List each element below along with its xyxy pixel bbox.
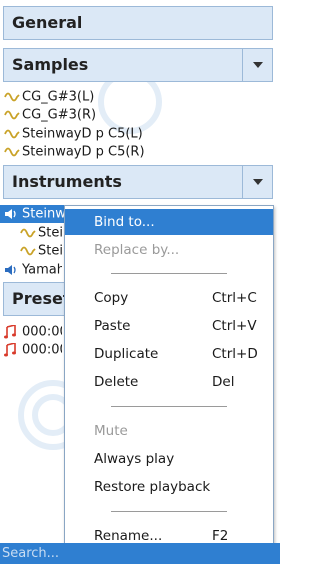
preset-item[interactable]: 000:001 <box>4 341 62 359</box>
menu-item-label: Copy <box>94 290 129 306</box>
sample-item[interactable]: SteinwayD p C5(L) <box>4 125 143 143</box>
menu-item-always-play[interactable]: Always play <box>65 446 273 472</box>
menu-item-label: Replace by... <box>94 242 180 258</box>
instrument-sample-label: SteinwayD p C5(R) <box>38 243 62 259</box>
menu-item-shortcut: Ctrl+D <box>212 346 258 362</box>
menu-item-shortcut: Ctrl+V <box>212 318 257 334</box>
menu-item-delete[interactable]: Delete Del <box>65 369 273 395</box>
menu-item-restore-playback[interactable]: Restore playback <box>65 474 273 500</box>
instrument-item[interactable]: Yamaha <box>4 261 62 279</box>
instrument-sample-item[interactable]: SteinwayD p C5(L) <box>20 224 62 242</box>
chevron-down-icon <box>253 62 263 68</box>
waveform-icon <box>20 224 38 242</box>
section-instruments[interactable]: Instruments <box>3 165 273 199</box>
menu-item-duplicate[interactable]: Duplicate Ctrl+D <box>65 341 273 367</box>
menu-item-copy[interactable]: Copy Ctrl+C <box>65 285 273 311</box>
sample-item[interactable]: CG_G#3(L) <box>4 88 94 106</box>
speaker-icon <box>4 205 22 223</box>
music-note-icon <box>4 341 22 359</box>
context-menu: Bind to... Replace by... Copy Ctrl+C Pas… <box>64 205 274 550</box>
instruments-dropdown-button[interactable] <box>242 166 272 198</box>
section-instruments-title: Instruments <box>12 172 122 191</box>
section-presets[interactable]: Presets <box>3 282 65 316</box>
menu-item-label: Paste <box>94 318 131 334</box>
instrument-item-selected[interactable]: SteinwayD p C5 <box>4 205 64 223</box>
menu-separator <box>111 511 227 512</box>
section-presets-title: Presets <box>12 289 64 308</box>
search-bar <box>0 543 280 564</box>
sample-label: CG_G#3(R) <box>22 107 97 123</box>
waveform-icon <box>4 143 22 161</box>
menu-separator <box>111 273 227 274</box>
instrument-label: Yamaha <box>22 262 62 278</box>
sample-label: CG_G#3(L) <box>22 89 95 105</box>
section-samples[interactable]: Samples <box>3 48 273 82</box>
menu-item-replace-by[interactable]: Replace by... <box>65 237 273 263</box>
menu-separator <box>111 406 227 407</box>
menu-item-shortcut: Del <box>212 374 235 390</box>
menu-item-label: Delete <box>94 374 139 390</box>
waveform-icon <box>4 88 22 106</box>
menu-item-label: Mute <box>94 423 128 439</box>
instrument-sample-item[interactable]: SteinwayD p C5(R) <box>20 242 62 260</box>
waveform-icon <box>4 106 22 124</box>
sample-item[interactable]: SteinwayD p C5(R) <box>4 143 145 161</box>
instrument-sample-label: SteinwayD p C5(L) <box>38 225 62 241</box>
search-input[interactable] <box>2 545 272 561</box>
preset-item[interactable]: 000:000 <box>4 323 62 341</box>
sample-item[interactable]: CG_G#3(R) <box>4 106 96 124</box>
samples-dropdown-button[interactable] <box>242 49 272 81</box>
preset-label: 000:001 <box>22 342 62 358</box>
waveform-icon <box>20 242 38 260</box>
sample-label: SteinwayD p C5(L) <box>22 126 143 142</box>
section-general[interactable]: General <box>3 6 273 40</box>
waveform-icon <box>4 125 22 143</box>
sample-label: SteinwayD p C5(R) <box>22 144 145 160</box>
instrument-label: SteinwayD p C5 <box>22 206 64 222</box>
menu-item-paste[interactable]: Paste Ctrl+V <box>65 313 273 339</box>
menu-item-shortcut: Ctrl+C <box>212 290 257 306</box>
speaker-icon <box>4 261 22 279</box>
section-samples-title: Samples <box>12 55 89 74</box>
menu-item-mute[interactable]: Mute <box>65 418 273 444</box>
preset-label: 000:000 <box>22 324 62 340</box>
menu-item-label: Restore playback <box>94 479 211 495</box>
chevron-down-icon <box>253 179 263 185</box>
menu-item-bind-to[interactable]: Bind to... <box>65 209 273 235</box>
menu-item-label: Always play <box>94 451 175 467</box>
section-general-title: General <box>12 13 83 32</box>
menu-item-label: Duplicate <box>94 346 159 362</box>
music-note-icon <box>4 323 22 341</box>
menu-item-label: Bind to... <box>94 214 155 230</box>
